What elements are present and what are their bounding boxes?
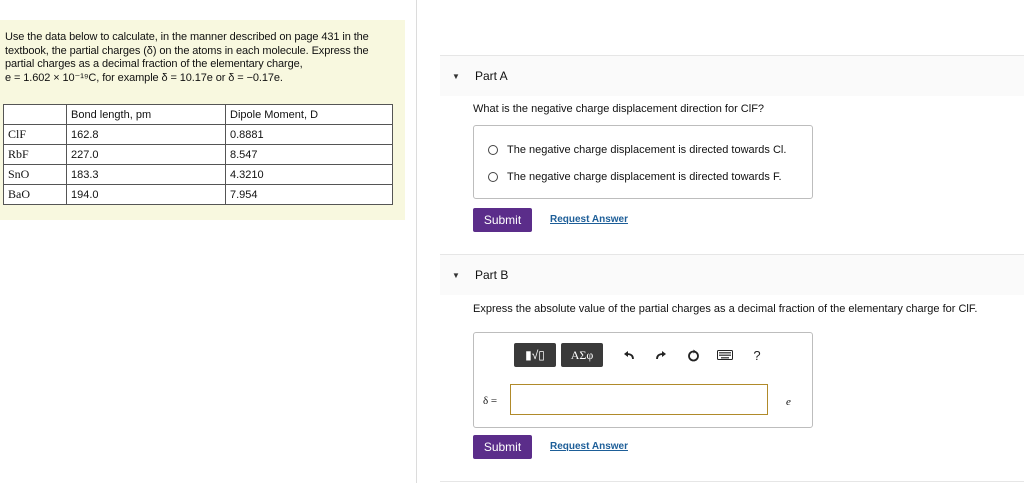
bond-length-cell: 183.3 [66, 164, 226, 185]
reset-icon[interactable] [682, 344, 704, 366]
molecule-cell: BaO [3, 184, 67, 205]
dipole-moment-cell: 4.3210 [225, 164, 393, 185]
table-header-cell: Bond length, pm [66, 104, 226, 125]
part-b-title: Part B [475, 268, 509, 282]
template-button[interactable]: ▮√▯ [514, 343, 556, 367]
keyboard-icon[interactable] [714, 344, 736, 366]
bond-length-cell: 162.8 [66, 124, 226, 145]
part-a-request-answer-link[interactable]: Request Answer [550, 214, 628, 225]
part-a-header[interactable]: ▼ Part A [440, 55, 1024, 96]
collapse-caret-icon[interactable]: ▼ [452, 271, 460, 280]
part-b-question: Express the absolute value of the partia… [473, 303, 978, 315]
bond-length-cell: 194.0 [66, 184, 226, 205]
option-label: The negative charge displacement is dire… [507, 144, 787, 156]
part-b-submit-button[interactable]: Submit [473, 435, 532, 459]
radio-button[interactable] [488, 172, 498, 182]
math-toolbar: ▮√▯ ΑΣφ ? [514, 343, 768, 367]
molecule-cell: SnO [3, 164, 67, 185]
table-header-cell: Dipole Moment, D [225, 104, 393, 125]
table-row: SnO 183.3 4.3210 [3, 164, 393, 185]
part-a-question: What is the negative charge displacement… [473, 103, 765, 115]
redo-icon[interactable] [650, 344, 672, 366]
help-icon[interactable]: ? [746, 344, 768, 366]
answer-options: The negative charge displacement is dire… [473, 125, 813, 199]
undo-icon[interactable] [618, 344, 640, 366]
part-b-header[interactable]: ▼ Part B [440, 254, 1024, 295]
table-header-cell [3, 104, 67, 125]
option-label: The negative charge displacement is dire… [507, 171, 782, 183]
answer-entry-box: ▮√▯ ΑΣφ ? δ = e [473, 332, 813, 428]
intro-line-4: e = 1.602 × 10⁻¹⁹C, for example δ = 10.1… [5, 71, 283, 84]
table-row: BaO 194.0 7.954 [3, 184, 393, 205]
part-a-submit-button[interactable]: Submit [473, 208, 532, 232]
intro-line-1: Use the data below to calculate, in the … [5, 31, 369, 43]
bottom-divider [440, 481, 1024, 482]
partial-charge-input[interactable] [510, 384, 768, 415]
part-b-request-answer-link[interactable]: Request Answer [550, 441, 628, 452]
molecule-cell: RbF [3, 144, 67, 165]
greek-symbols-button[interactable]: ΑΣφ [561, 343, 603, 367]
data-table: Bond length, pm Dipole Moment, D ClF 162… [3, 104, 393, 205]
molecule-cell: ClF [3, 124, 67, 145]
problem-intro: Use the data below to calculate, in the … [5, 31, 390, 85]
part-a-title: Part A [475, 69, 508, 83]
unit-label: e [786, 396, 791, 408]
intro-line-3: partial charges as a decimal fraction of… [5, 58, 303, 70]
problem-statement-panel: Use the data below to calculate, in the … [0, 20, 405, 220]
radio-button[interactable] [488, 145, 498, 155]
option-towards-cl[interactable]: The negative charge displacement is dire… [488, 142, 786, 158]
intro-line-2: textbook, the partial charges (δ) on the… [5, 44, 369, 57]
dipole-moment-cell: 7.954 [225, 184, 393, 205]
table-row: RbF 227.0 8.547 [3, 144, 393, 165]
table-header-row: Bond length, pm Dipole Moment, D [3, 104, 393, 125]
collapse-caret-icon[interactable]: ▼ [452, 72, 460, 81]
dipole-moment-cell: 8.547 [225, 144, 393, 165]
option-towards-f[interactable]: The negative charge displacement is dire… [488, 169, 782, 185]
delta-label: δ = [483, 395, 498, 407]
bond-length-cell: 227.0 [66, 144, 226, 165]
panel-divider [416, 0, 417, 483]
dipole-moment-cell: 0.8881 [225, 124, 393, 145]
table-row: ClF 162.8 0.8881 [3, 124, 393, 145]
